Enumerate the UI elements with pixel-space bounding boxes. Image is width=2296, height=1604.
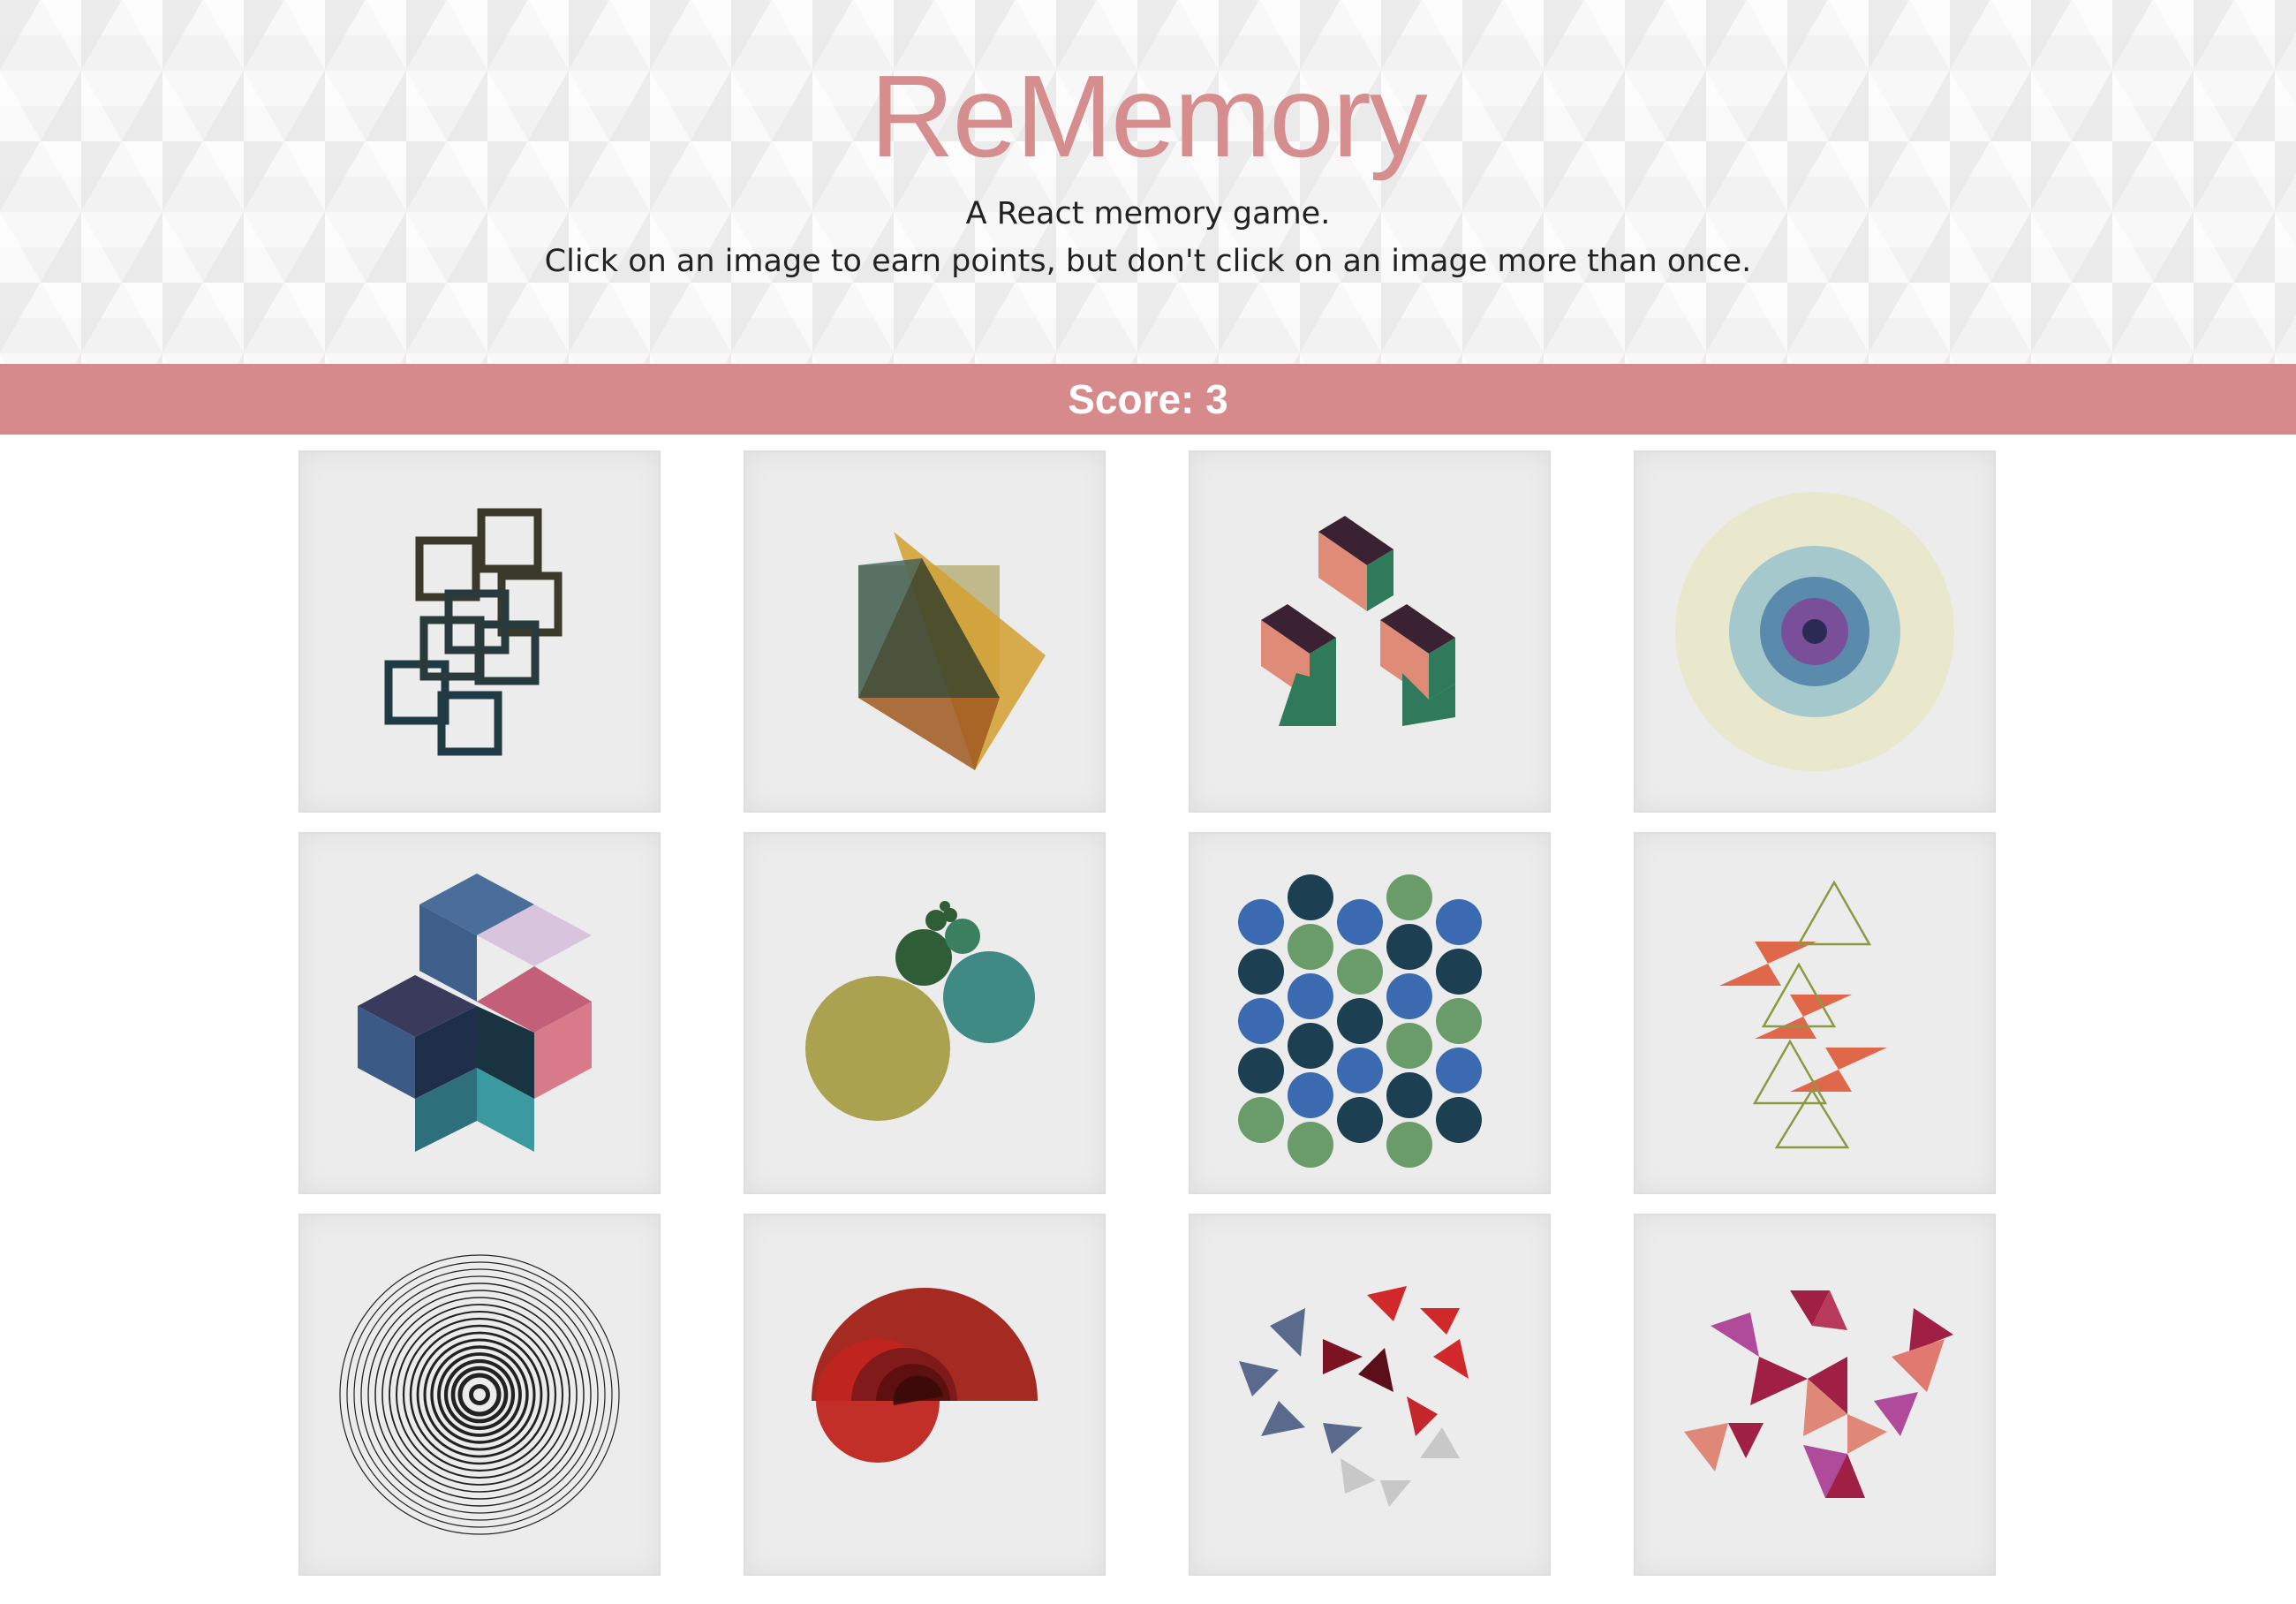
card-circle-pattern[interactable] (1189, 832, 1551, 1194)
ripple-rings-image (339, 1254, 620, 1535)
card-circles-cluster[interactable] (744, 832, 1106, 1194)
card-triangle-square[interactable] (744, 450, 1106, 813)
card-isometric-blocks[interactable] (1189, 450, 1551, 813)
scattered-triangles-image (1239, 1286, 1469, 1507)
circles-cluster-image (805, 901, 1035, 1121)
magenta-triangles-image (1684, 1290, 1953, 1498)
red-semicircle-image (812, 1288, 1038, 1463)
card-parallelograms-triangles[interactable] (1634, 832, 1996, 1194)
card-scattered-triangles[interactable] (1189, 1214, 1551, 1576)
concentric-circles-image (1675, 492, 1954, 771)
card-magenta-triangles[interactable] (1634, 1214, 1996, 1576)
card-isometric-cubes[interactable] (298, 832, 661, 1194)
card-interlocking-squares[interactable] (298, 450, 661, 813)
card-ripple-rings[interactable] (298, 1214, 661, 1576)
triangle-square-image (858, 532, 1046, 770)
interlocking-squares-image (384, 508, 563, 756)
isometric-blocks-image (1261, 516, 1455, 726)
card-red-semicircle[interactable] (744, 1214, 1106, 1576)
parallelograms-triangles-image (1719, 880, 1887, 1149)
isometric-cubes-image (358, 874, 592, 1152)
card-concentric-circles[interactable] (1634, 450, 1996, 813)
circle-pattern-image (1238, 874, 1482, 1168)
image-grid (0, 0, 2296, 1604)
